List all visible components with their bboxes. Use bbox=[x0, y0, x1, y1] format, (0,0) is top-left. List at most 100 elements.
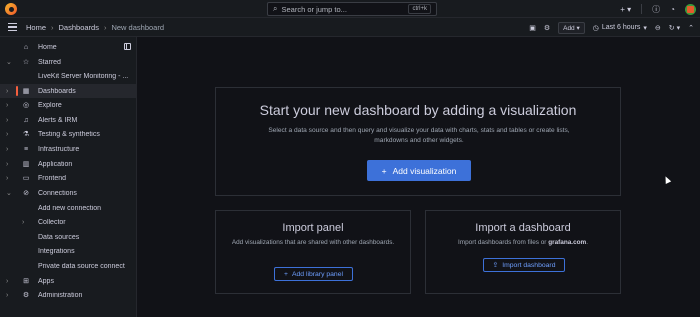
search-input[interactable]: ⌕ Search or jump to... ctrl+k bbox=[267, 2, 437, 16]
save-icon[interactable]: ▣ bbox=[529, 24, 536, 32]
sidebar-item-apps[interactable]: › ⊞ Apps bbox=[0, 274, 137, 288]
import-dashboard-desc-suffix: . bbox=[586, 239, 588, 246]
sidebar-item-private-datasource[interactable]: Private data source connect bbox=[0, 259, 137, 273]
time-range-label: Last 6 hours bbox=[601, 24, 641, 31]
sidebar-item-infrastructure[interactable]: › ≡ Infrastructure bbox=[0, 142, 137, 156]
add-label: Add bbox=[563, 24, 575, 32]
gear-icon[interactable]: ⚙ bbox=[544, 24, 550, 32]
sidebar-item-label: Integrations bbox=[38, 247, 75, 255]
plus-icon[interactable]: + ▾ bbox=[620, 5, 631, 14]
star-icon: ☆ bbox=[22, 59, 30, 66]
mouse-cursor-icon bbox=[662, 175, 672, 184]
sidebar-item-home[interactable]: ⌂ Home bbox=[0, 40, 137, 54]
chevron-right-icon[interactable]: › bbox=[6, 292, 8, 299]
sidebar: ⌂ Home ⌄ ☆ Starred LiveKit Server Monito… bbox=[0, 37, 137, 317]
help-icon[interactable]: ⓘ bbox=[652, 4, 660, 15]
chevron-right-icon[interactable]: › bbox=[6, 102, 8, 109]
sidebar-item-label: Testing & synthetics bbox=[38, 130, 100, 138]
sidebar-item-collector[interactable]: › Collector bbox=[0, 215, 137, 229]
sidebar-item-label: Infrastructure bbox=[38, 145, 80, 153]
sidebar-item-label: Dashboards bbox=[38, 87, 76, 95]
zoom-out-icon[interactable]: ⊖ bbox=[655, 24, 661, 32]
chevron-right-icon[interactable]: › bbox=[6, 278, 8, 285]
menu-icon[interactable] bbox=[8, 23, 17, 31]
chevron-right-icon[interactable]: › bbox=[6, 88, 8, 95]
breadcrumb-bar: Home › Dashboards › New dashboard ▣ ⚙ Ad… bbox=[0, 18, 700, 37]
breadcrumb-home[interactable]: Home bbox=[26, 23, 46, 32]
collapse-icon[interactable]: ⌃ bbox=[688, 24, 694, 32]
import-dashboard-desc-prefix: Import dashboards from files or bbox=[457, 239, 549, 246]
sidebar-item-label: Private data source connect bbox=[38, 262, 125, 270]
grafana-com-link[interactable]: grafana.com bbox=[548, 239, 586, 246]
apps-icon: ▦ bbox=[22, 88, 30, 95]
chevron-down-icon[interactable]: ⌄ bbox=[6, 189, 12, 197]
sidebar-item-label: Application bbox=[38, 160, 73, 168]
sidebar-item-integrations[interactable]: Integrations bbox=[0, 244, 137, 258]
sidebar-item-label: Starred bbox=[38, 58, 61, 66]
import-panel-title: Import panel bbox=[282, 222, 344, 234]
compass-icon: ◎ bbox=[22, 102, 30, 109]
home-icon: ⌂ bbox=[23, 43, 29, 51]
dashboard-toolbar: ▣ ⚙ Add ▾ ◷ Last 6 hours ▾ ⊖ ↻ ▾ ⌃ bbox=[529, 18, 694, 37]
sidebar-item-add-connection[interactable]: Add new connection bbox=[0, 201, 137, 215]
import-dashboard-button[interactable]: ⇪ Import dashboard bbox=[483, 258, 565, 272]
chevron-right-icon: › bbox=[103, 23, 107, 32]
add-button[interactable]: Add ▾ bbox=[558, 21, 585, 34]
chevron-right-icon[interactable]: › bbox=[6, 146, 8, 153]
chevron-right-icon[interactable]: › bbox=[6, 131, 8, 138]
plus-icon: + bbox=[381, 165, 387, 176]
chevron-right-icon[interactable]: › bbox=[22, 219, 24, 226]
link-icon: ⊘ bbox=[23, 190, 29, 197]
refresh-icon[interactable]: ↻ ▾ bbox=[669, 24, 680, 32]
sidebar-item-label: Administration bbox=[38, 291, 83, 299]
breadcrumb-current: New dashboard bbox=[111, 23, 165, 32]
divider bbox=[641, 4, 643, 14]
add-visualization-card: Start your new dashboard by adding a vis… bbox=[215, 87, 621, 196]
chevron-right-icon[interactable]: › bbox=[6, 161, 8, 168]
cog-icon: ⚙ bbox=[22, 292, 30, 299]
avatar[interactable] bbox=[685, 3, 696, 15]
sidebar-item-application[interactable]: › ▥ Application bbox=[0, 157, 137, 171]
sidebar-item-label: Alerts & IRM bbox=[38, 116, 78, 124]
chevron-right-icon[interactable]: › bbox=[6, 175, 8, 182]
search-placeholder: Search or jump to... bbox=[281, 4, 347, 14]
rss-icon[interactable]: ◔ bbox=[670, 5, 675, 14]
sidebar-item-livekit[interactable]: LiveKit Server Monitoring - ... bbox=[0, 69, 137, 83]
apps-grid-icon: ⊞ bbox=[23, 278, 29, 285]
clock-icon: ◷ bbox=[592, 24, 599, 32]
frontend-icon: ▭ bbox=[22, 175, 30, 182]
sidebar-item-administration[interactable]: › ⚙ Administration bbox=[0, 288, 137, 302]
add-visualization-label: Add visualization bbox=[392, 165, 457, 176]
chevron-down-icon: ▾ bbox=[643, 24, 647, 32]
top-bar: ⌕ Search or jump to... ctrl+k + ▾ ⓘ ◔ bbox=[0, 0, 700, 18]
sidebar-item-alerts[interactable]: › ♫ Alerts & IRM bbox=[0, 113, 137, 127]
sidebar-item-starred[interactable]: ⌄ ☆ Starred bbox=[0, 55, 137, 69]
import-dashboard-description: Import dashboards from files or grafana.… bbox=[438, 238, 608, 248]
sidebar-item-dashboards[interactable]: › ▦ Dashboards bbox=[0, 84, 137, 98]
sidebar-item-testing[interactable]: › ⚗ Testing & synthetics bbox=[0, 127, 137, 141]
bell-icon: ♫ bbox=[23, 116, 29, 124]
time-range-picker[interactable]: ◷ Last 6 hours ▾ bbox=[593, 24, 647, 32]
sidebar-item-explore[interactable]: › ◎ Explore bbox=[0, 98, 137, 112]
sidebar-item-label: Collector bbox=[38, 218, 66, 226]
top-bar-actions: + ▾ ⓘ ◔ bbox=[620, 2, 696, 16]
sidebar-item-frontend[interactable]: › ▭ Frontend bbox=[0, 171, 137, 185]
sidebar-item-label: Apps bbox=[38, 277, 54, 285]
chevron-right-icon: › bbox=[51, 23, 54, 32]
import-panel-card: Import panel Add visualizations that are… bbox=[215, 210, 411, 294]
add-library-panel-button[interactable]: + Add library panel bbox=[274, 267, 353, 281]
hero-description: Select a data source and then query and … bbox=[268, 127, 570, 144]
breadcrumb-dashboards[interactable]: Dashboards bbox=[59, 23, 99, 32]
server-icon: ≡ bbox=[23, 145, 29, 153]
sidebar-item-data-sources[interactable]: Data sources bbox=[0, 230, 137, 244]
sidebar-item-connections[interactable]: ⌄ ⊘ Connections bbox=[0, 186, 137, 200]
import-panel-description: Add visualizations that are shared with … bbox=[231, 239, 395, 246]
add-visualization-button[interactable]: + Add visualization bbox=[367, 160, 471, 181]
chart-icon: ▥ bbox=[22, 161, 30, 168]
chevron-right-icon[interactable]: › bbox=[6, 117, 8, 124]
sidebar-item-label: Explore bbox=[38, 101, 62, 109]
chevron-down-icon[interactable]: ⌄ bbox=[6, 58, 12, 66]
plus-icon: + bbox=[284, 270, 288, 278]
grafana-logo-icon[interactable] bbox=[5, 3, 17, 15]
search-icon: ⌕ bbox=[273, 4, 278, 13]
